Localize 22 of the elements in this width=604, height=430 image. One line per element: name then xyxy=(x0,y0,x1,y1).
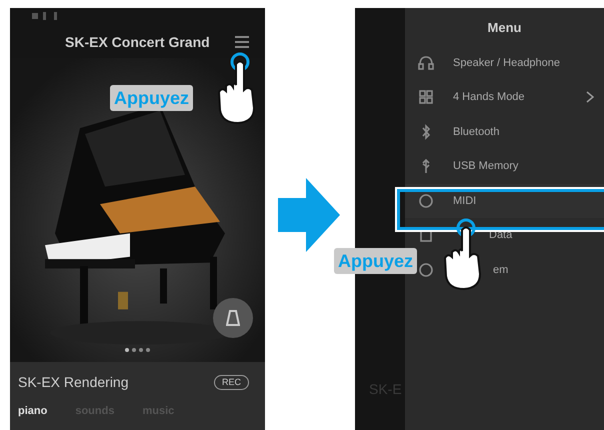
status-icons xyxy=(32,12,60,20)
rec-button[interactable]: REC xyxy=(214,374,249,390)
callout-tooltip: Appuyez xyxy=(334,248,418,274)
circle-icon xyxy=(417,192,435,210)
grid-icon xyxy=(417,88,435,106)
menu-item[interactable]: Bluetooth xyxy=(405,114,604,149)
menu-item[interactable]: Speaker / Headphone xyxy=(405,46,604,80)
headphone-icon xyxy=(417,54,435,72)
menu-icon[interactable] xyxy=(235,35,249,49)
sound-name: SK-EX Rendering xyxy=(18,373,129,392)
menu-title: Menu xyxy=(488,19,522,37)
callout-tooltip: Appuyez xyxy=(110,85,194,111)
circle-icon xyxy=(417,260,435,279)
tab[interactable]: piano xyxy=(18,403,48,420)
metronome-icon xyxy=(226,310,240,326)
screen-title: SK-EX Concert Grand xyxy=(65,32,210,52)
menu-item[interactable]: USB Memory xyxy=(405,149,604,184)
chevron-icon xyxy=(586,91,594,104)
menu-item[interactable]: 4 Hands Mode xyxy=(405,80,604,114)
page-dots xyxy=(125,348,150,352)
menu-item-label[interactable]: em xyxy=(493,262,508,278)
arrow-icon xyxy=(278,178,340,252)
